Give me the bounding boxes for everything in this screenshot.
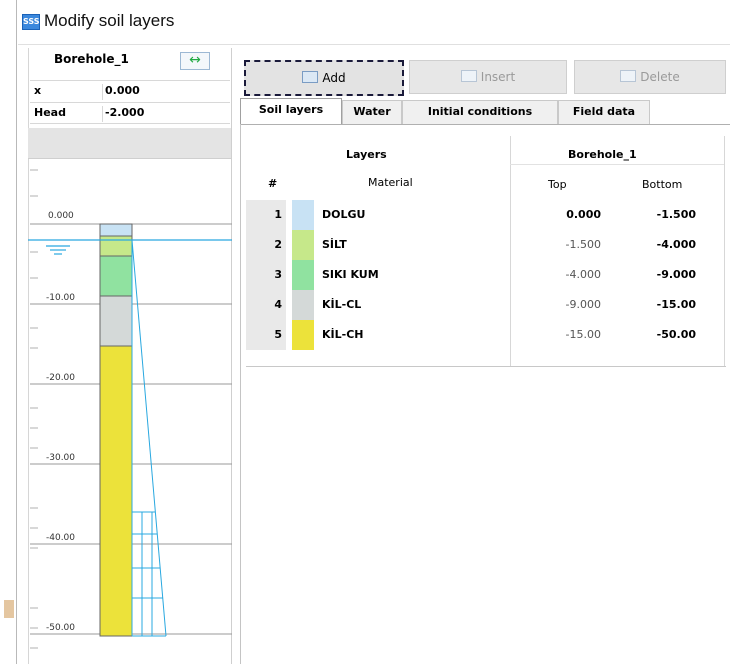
table-row[interactable]: 3 SIKI KUM -4.000 -9.000 <box>246 260 726 290</box>
header-material: Material <box>368 176 413 189</box>
add-button[interactable]: Add <box>244 60 404 96</box>
material-color-swatch <box>292 200 314 230</box>
soil-layer-silt[interactable] <box>99 235 133 257</box>
window-frame-left <box>0 0 18 664</box>
window-edge <box>16 0 17 664</box>
borehole-column-view[interactable]: 0.000 -10.00 -20.00 -30.00 -40.00 -50.00 <box>28 158 232 664</box>
depth-label: -50.00 <box>46 623 75 633</box>
tab-baseline <box>240 124 730 125</box>
title-divider <box>18 44 730 45</box>
material-name[interactable]: DOLGU <box>322 200 365 230</box>
app-icon: SSS <box>22 14 40 30</box>
frame-marker <box>4 600 14 618</box>
row-number: 2 <box>246 230 286 260</box>
delete-layer-icon <box>620 70 637 82</box>
field-head-label: Head <box>34 106 66 119</box>
header-borehole: Borehole_1 <box>568 148 637 161</box>
depth-label: -30.00 <box>46 453 75 463</box>
window-title: Modify soil layers <box>44 11 175 30</box>
layer-bottom[interactable]: -1.500 <box>626 200 696 230</box>
header-top: Top <box>548 178 567 191</box>
material-color-swatch <box>292 320 314 350</box>
field-x-row: x 0.000 <box>30 80 230 101</box>
depth-ticks <box>30 169 38 649</box>
material-color-swatch <box>292 260 314 290</box>
layer-bottom[interactable]: -15.00 <box>626 290 696 320</box>
material-color-swatch <box>292 290 314 320</box>
material-name[interactable]: SIKI KUM <box>322 260 379 290</box>
layer-bottom[interactable]: -50.00 <box>626 320 696 350</box>
soil-layer-kil-cl[interactable] <box>99 295 133 347</box>
material-name[interactable]: KİL-CL <box>322 290 361 320</box>
depth-label: -10.00 <box>46 293 75 303</box>
row-number: 1 <box>246 200 286 230</box>
soil-column[interactable] <box>99 223 133 637</box>
header-layers: Layers <box>346 148 387 161</box>
layer-top[interactable]: -1.500 <box>531 230 601 260</box>
grid-line <box>510 164 724 165</box>
layer-top[interactable]: -4.000 <box>531 260 601 290</box>
table-row[interactable]: 2 SİLT -1.500 -4.000 <box>246 230 726 260</box>
header-bottom: Bottom <box>642 178 683 191</box>
soil-layer-dolgu[interactable] <box>99 223 133 237</box>
layer-top[interactable]: -15.00 <box>531 320 601 350</box>
tab-field-data[interactable]: Field data <box>558 100 650 124</box>
material-color-swatch <box>292 230 314 260</box>
field-head-row: Head -2.000 <box>30 102 230 124</box>
add-layer-icon <box>302 71 319 83</box>
table-row[interactable]: 1 DOLGU 0.000 -1.500 <box>246 200 726 230</box>
table-row[interactable]: 5 KİL-CH -15.00 -50.00 <box>246 320 726 350</box>
table-frame <box>240 124 241 664</box>
pore-pressure-diagram <box>131 239 167 637</box>
water-level-icon <box>46 245 70 255</box>
table-row[interactable]: 4 KİL-CL -9.000 -15.00 <box>246 290 726 320</box>
header-number: # <box>268 177 278 190</box>
tab-water[interactable]: Water <box>342 100 402 124</box>
delete-button[interactable]: Delete <box>574 60 726 94</box>
field-x-label: x <box>34 84 42 97</box>
layer-bottom[interactable]: -4.000 <box>626 230 696 260</box>
panel-separator <box>28 128 232 159</box>
field-head-value[interactable]: -2.000 <box>102 106 229 122</box>
layer-top[interactable]: -9.000 <box>531 290 601 320</box>
tab-initial-conditions[interactable]: Initial conditions <box>402 100 558 124</box>
insert-button[interactable]: Insert <box>409 60 567 94</box>
row-number: 3 <box>246 260 286 290</box>
tab-soil-layers[interactable]: Soil layers <box>240 98 342 124</box>
layer-top[interactable]: 0.000 <box>531 200 601 230</box>
depth-label: -40.00 <box>46 533 75 543</box>
layer-bottom[interactable]: -9.000 <box>626 260 696 290</box>
material-name[interactable]: KİL-CH <box>322 320 363 350</box>
depth-label: -20.00 <box>46 373 75 383</box>
field-x-value[interactable]: 0.000 <box>102 84 229 100</box>
row-number: 5 <box>246 320 286 350</box>
soil-layer-kil-ch[interactable] <box>99 345 133 637</box>
soil-layer-siki-kum[interactable] <box>99 255 133 297</box>
row-number: 4 <box>246 290 286 320</box>
insert-layer-icon <box>460 70 477 82</box>
material-name[interactable]: SİLT <box>322 230 347 260</box>
swap-arrow-icon[interactable]: ↔ <box>180 52 210 70</box>
table-bottom-border <box>246 366 726 367</box>
depth-label: 0.000 <box>48 211 74 221</box>
borehole-name: Borehole_1 <box>54 52 129 66</box>
